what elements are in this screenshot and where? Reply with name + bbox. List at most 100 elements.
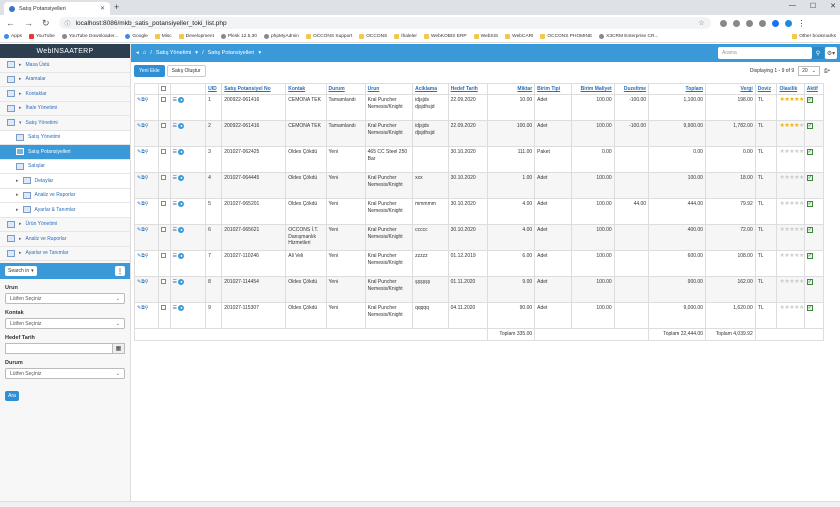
- table-row[interactable]: ✎⧉⚲ ☰ ● 7 201027-110246 Ali Veli Yeni Kral Pun…: [134, 250, 825, 277]
- col-durum[interactable]: Durum: [325, 83, 366, 95]
- active-checkbox[interactable]: ✓: [806, 201, 813, 207]
- sidebar-item-analiz-raporlar-sub[interactable]: ▸ Analiz ve Raporlar: [0, 188, 130, 203]
- active-checkbox[interactable]: ✓: [806, 227, 813, 233]
- details-badge-icon[interactable]: ●: [178, 123, 185, 129]
- sidebar-item-satis-yonetimi-sub[interactable]: Satış Yönetimi: [0, 130, 130, 145]
- breadcrumb-satis-potansiyelleri[interactable]: Satış Potansiyelleri: [208, 50, 255, 56]
- top-search-input[interactable]: Arama: [718, 47, 812, 59]
- col-duzeltme[interactable]: Duzeltme: [613, 83, 650, 95]
- bookmark-ihaleler[interactable]: İhaleler: [394, 34, 417, 39]
- app-brand[interactable]: WebINSAATERP: [0, 44, 130, 58]
- extension-icon[interactable]: [745, 19, 753, 27]
- col-birim-tipi[interactable]: Birim Tipi: [534, 83, 572, 95]
- search-button[interactable]: Ara: [5, 391, 19, 401]
- rating-stars[interactable]: ★★★★★: [779, 305, 804, 311]
- minimize-icon[interactable]: —: [789, 2, 796, 10]
- extension-icon[interactable]: [732, 19, 740, 27]
- view-icon[interactable]: ⚲: [145, 253, 149, 259]
- col-aciklama[interactable]: Aciklama: [412, 83, 449, 95]
- row-checkbox[interactable]: [160, 201, 166, 206]
- bookmark-star-icon[interactable]: ☆: [698, 19, 704, 27]
- table-row[interactable]: ✎⧉⚲ ☰ ● 6 201027-065621 OCCONS İ.T. Danışman…: [134, 224, 825, 251]
- rating-stars[interactable]: ★★★★★: [779, 279, 804, 285]
- breadcrumb-satis-yonetimi[interactable]: Satış Yönetimi: [156, 50, 191, 56]
- bookmark-google[interactable]: Google: [125, 34, 148, 39]
- calendar-icon[interactable]: ▦: [113, 343, 125, 354]
- extension-icon[interactable]: [758, 19, 766, 27]
- active-checkbox[interactable]: ✓: [806, 253, 813, 259]
- table-row[interactable]: ✎⧉⚲ ☰ ● 2 200922-061416 CEMONA TEK Tamamlandı…: [134, 120, 825, 147]
- list-icon[interactable]: ☰: [173, 97, 177, 103]
- col-miktar[interactable]: Miktar: [486, 83, 536, 95]
- sidebar-item-aramalar[interactable]: ▸ Aramalar: [0, 73, 130, 87]
- rating-stars[interactable]: ★★★★★: [779, 227, 804, 233]
- active-checkbox[interactable]: ✓: [806, 175, 813, 181]
- list-icon[interactable]: ☰: [173, 175, 177, 181]
- table-row[interactable]: ✎⧉⚲ ☰ ● 1 200922-061416 CEMONA TEK Tamamlandı…: [134, 94, 825, 121]
- active-checkbox[interactable]: ✓: [806, 279, 813, 285]
- table-row[interactable]: ✎⧉⚲ ☰ ● 5 201027-065201 Oldes Çökdü Yeni Kral …: [134, 198, 825, 225]
- sidebar-item-satislar[interactable]: Satışlar: [0, 159, 130, 174]
- list-icon[interactable]: ☰: [173, 305, 177, 311]
- list-icon[interactable]: ☰: [173, 149, 177, 155]
- view-icon[interactable]: ⚲: [145, 305, 149, 311]
- filter-durum-select[interactable]: Lütfen Seçiniz ⌄: [5, 368, 125, 379]
- sidebar-item-detaylar[interactable]: ▸ Detaylar: [0, 174, 130, 189]
- row-checkbox[interactable]: [160, 279, 166, 284]
- maximize-icon[interactable]: ☐: [810, 2, 816, 10]
- table-row[interactable]: ✎⧉⚲ ☰ ● 4 201027-064445 Oldes Çökdü Yeni Kral …: [134, 172, 825, 199]
- create-sale-button[interactable]: Satış Oluştur: [166, 65, 206, 77]
- col-urun[interactable]: Urun: [364, 83, 414, 95]
- active-checkbox[interactable]: ✓: [806, 149, 813, 155]
- view-icon[interactable]: ⚲: [145, 201, 149, 207]
- extension-icon[interactable]: [771, 19, 779, 27]
- bookmark-webkobis[interactable]: WebKOBIS ERP: [423, 34, 467, 39]
- sidebar-item-analiz-raporlar[interactable]: ▸ Analiz ve Raporlar: [0, 232, 130, 247]
- col-vergi[interactable]: Vergi: [704, 83, 756, 95]
- col-birim-maliyet[interactable]: Birim Maliyet: [570, 83, 615, 95]
- list-icon[interactable]: ☰: [173, 123, 177, 129]
- sidebar-item-urun-yonetimi[interactable]: ▸ Ürün Yönetimi: [0, 218, 130, 232]
- table-row[interactable]: ✎⧉⚲ ☰ ● 3 201027-062425 Oldes Çökdü Yeni 465 C…: [134, 146, 825, 173]
- filter-urun-select[interactable]: Lütfen Seçiniz ⌄: [5, 293, 125, 304]
- col-doviz[interactable]: Doviz: [754, 83, 778, 95]
- per-page-select[interactable]: 20 ⌄: [798, 66, 820, 76]
- row-checkbox[interactable]: [160, 227, 166, 232]
- row-checkbox[interactable]: [160, 253, 166, 258]
- bookmark-plesk[interactable]: Plesk 12.5.30: [220, 34, 257, 39]
- select-all-checkbox[interactable]: [160, 85, 166, 91]
- bookmark-occons-phomine[interactable]: OCCONS PHOMINE: [540, 34, 592, 39]
- view-icon[interactable]: ⚲: [145, 149, 149, 155]
- bookmark-folder-misc[interactable]: Misc: [154, 34, 172, 39]
- rating-stars[interactable]: ★★★★★: [779, 201, 804, 207]
- forward-icon[interactable]: →: [24, 18, 33, 28]
- list-icon[interactable]: ☰: [173, 201, 177, 207]
- horizontal-scrollbar[interactable]: [0, 501, 840, 507]
- row-checkbox[interactable]: [160, 175, 166, 180]
- details-badge-icon[interactable]: ●: [178, 305, 185, 311]
- col-toplam[interactable]: Toplam: [648, 83, 706, 95]
- active-checkbox[interactable]: ✓: [806, 97, 813, 103]
- new-tab-button[interactable]: +: [114, 2, 119, 13]
- sidebar-item-satis-potansiyelleri[interactable]: Satış Potansiyelleri: [0, 145, 130, 160]
- filter-kontak-select[interactable]: Lütfen Seçiniz ⌄: [5, 318, 125, 329]
- rating-stars[interactable]: ★★★★★: [779, 149, 804, 155]
- details-badge-icon[interactable]: ●: [178, 149, 185, 155]
- add-new-button[interactable]: Yeni Ekle: [134, 65, 165, 77]
- sidebar-item-ayarlar-tanimlar[interactable]: ▸ Ayarlar ve Tanımlar: [0, 247, 130, 261]
- row-checkbox[interactable]: [160, 97, 166, 102]
- col-hedef-tarih[interactable]: Hedef Tarih: [447, 83, 488, 95]
- details-badge-icon[interactable]: ●: [178, 175, 185, 181]
- row-checkbox[interactable]: [160, 149, 166, 154]
- back-icon[interactable]: ←: [6, 18, 15, 28]
- sidebar-item-ihale-yonetimi[interactable]: ▸ İhale Yönetimi: [0, 102, 130, 116]
- search-icon[interactable]: ⚲: [812, 47, 824, 59]
- bookmark-folder-development[interactable]: Development: [178, 34, 214, 39]
- view-icon[interactable]: ⚲: [145, 227, 149, 233]
- bookmark-occons-support[interactable]: OCCONS Support: [305, 34, 352, 39]
- gear-icon[interactable]: ⚙▾: [825, 47, 837, 59]
- col-uid[interactable]: UID: [205, 83, 223, 95]
- active-checkbox[interactable]: ✓: [806, 123, 813, 129]
- list-icon[interactable]: ☰: [173, 227, 177, 233]
- reload-icon[interactable]: ↻: [42, 18, 50, 29]
